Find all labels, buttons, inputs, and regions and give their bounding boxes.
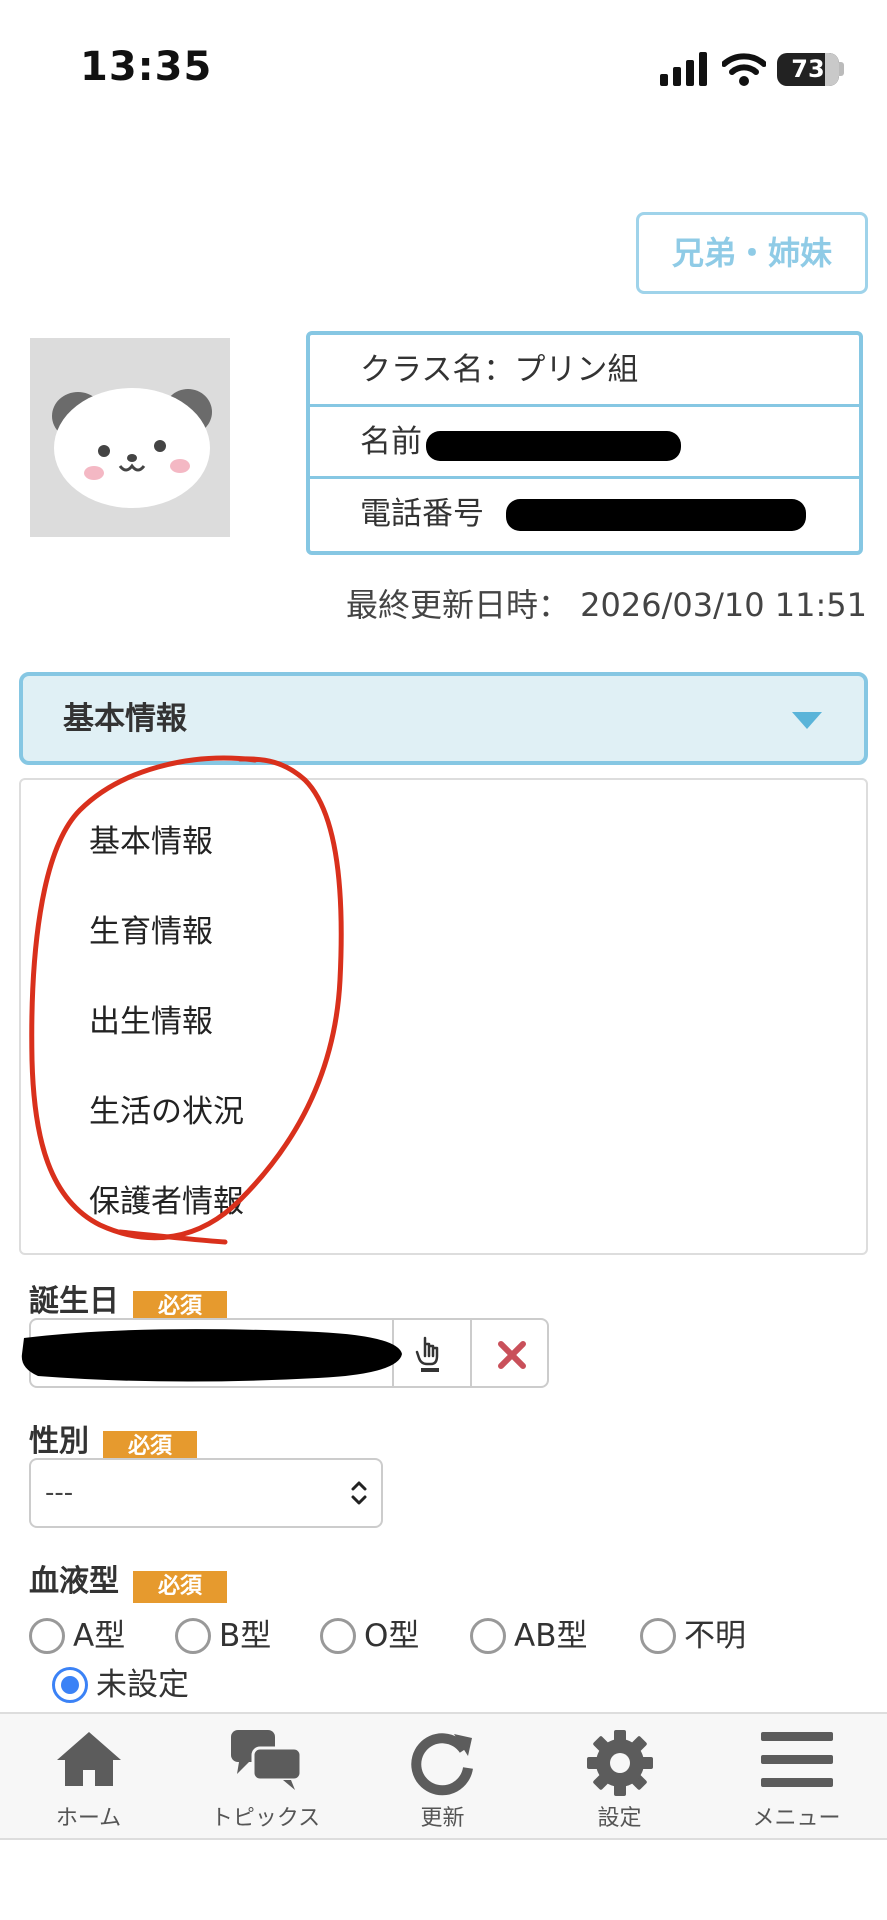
section-option-basic[interactable]: 基本情報 — [89, 816, 213, 861]
redaction-mark — [506, 499, 806, 531]
name-row: 名前 — [310, 407, 859, 479]
tab-settings[interactable]: 設定 — [531, 1714, 708, 1838]
section-option-lifestyle[interactable]: 生活の状況 — [89, 1086, 244, 1131]
last-updated-text: 最終更新日時： 2026/03/10 11:51 — [345, 586, 867, 624]
required-badge: 必須 — [133, 1570, 227, 1603]
section-select[interactable]: 基本情報 — [19, 672, 868, 765]
gear-icon — [586, 1730, 653, 1796]
siblings-button[interactable]: 兄弟・姉妹 — [636, 212, 868, 294]
redaction-mark — [426, 431, 681, 461]
bottom-tab-bar: ホーム トピックス 更新 設定 メニュー — [0, 1712, 887, 1840]
radio-selected-icon — [52, 1666, 88, 1703]
clear-x-icon[interactable] — [497, 1340, 527, 1370]
tab-label: トピックス — [210, 1806, 321, 1831]
blood-type-radio-unknown[interactable]: 不明 — [640, 1610, 746, 1656]
blood-type-radio-b[interactable]: B型 — [175, 1610, 271, 1656]
birthday-field-label: 誕生日 必須 — [29, 1276, 227, 1323]
blood-type-radio-a[interactable]: A型 — [29, 1610, 125, 1656]
name-label: 名前 — [360, 424, 422, 460]
birthday-redaction-mark — [21, 1329, 403, 1382]
class-row: クラス名：プリン組 — [310, 335, 859, 407]
refresh-icon — [410, 1733, 473, 1796]
section-option-growth[interactable]: 生育情報 — [89, 906, 213, 951]
section-option-guardian[interactable]: 保護者情報 — [89, 1176, 244, 1221]
avatar — [30, 338, 230, 537]
radio-icon — [640, 1617, 676, 1654]
caret-down-icon — [792, 712, 822, 729]
class-name-text: クラス名：プリン組 — [360, 352, 639, 388]
phone-row: 電話番号 — [310, 479, 859, 551]
gender-select[interactable]: --- — [29, 1458, 383, 1528]
wifi-icon — [722, 53, 766, 86]
tab-home[interactable]: ホーム — [0, 1714, 177, 1838]
child-info-card: クラス名：プリン組 名前 電話番号 — [306, 331, 863, 555]
tab-menu[interactable]: メニュー — [708, 1714, 885, 1838]
select-arrows-icon — [351, 1481, 367, 1505]
section-dropdown-list: 基本情報 生育情報 出生情報 生活の状況 保護者情報 — [19, 778, 868, 1255]
tab-label: ホーム — [55, 1806, 122, 1831]
section-select-value: 基本情報 — [63, 701, 187, 737]
battery-cap — [839, 62, 844, 76]
hand-pointer-icon[interactable] — [413, 1334, 449, 1374]
home-icon — [56, 1732, 121, 1786]
radio-icon — [470, 1617, 506, 1654]
section-option-birth[interactable]: 出生情報 — [89, 996, 213, 1041]
battery-level: 73 — [791, 55, 825, 83]
tab-topics[interactable]: トピックス — [177, 1714, 354, 1838]
battery-icon: 73 — [777, 53, 839, 86]
tab-label: メニュー — [752, 1806, 841, 1831]
radio-icon — [175, 1617, 211, 1654]
status-time: 13:35 — [80, 44, 213, 90]
phone-label: 電話番号 — [360, 496, 484, 532]
radio-icon — [29, 1617, 65, 1654]
hamburger-menu-icon — [760, 1732, 833, 1787]
panda-avatar-icon — [52, 388, 212, 508]
tab-refresh[interactable]: 更新 — [354, 1714, 531, 1838]
blood-type-field-label: 血液型 必須 — [29, 1556, 227, 1603]
gender-select-value: --- — [45, 1478, 74, 1508]
blood-type-radio-o[interactable]: O型 — [320, 1610, 419, 1656]
gender-field-label: 性別 必須 — [29, 1416, 197, 1463]
blood-type-radio-ab[interactable]: AB型 — [470, 1610, 587, 1656]
cellular-signal-icon — [660, 52, 707, 86]
radio-icon — [320, 1617, 356, 1654]
tab-label: 更新 — [420, 1806, 465, 1831]
tab-label: 設定 — [597, 1806, 642, 1831]
chat-bubbles-icon — [230, 1730, 302, 1790]
blood-type-radio-unset[interactable]: 未設定 — [52, 1659, 189, 1705]
